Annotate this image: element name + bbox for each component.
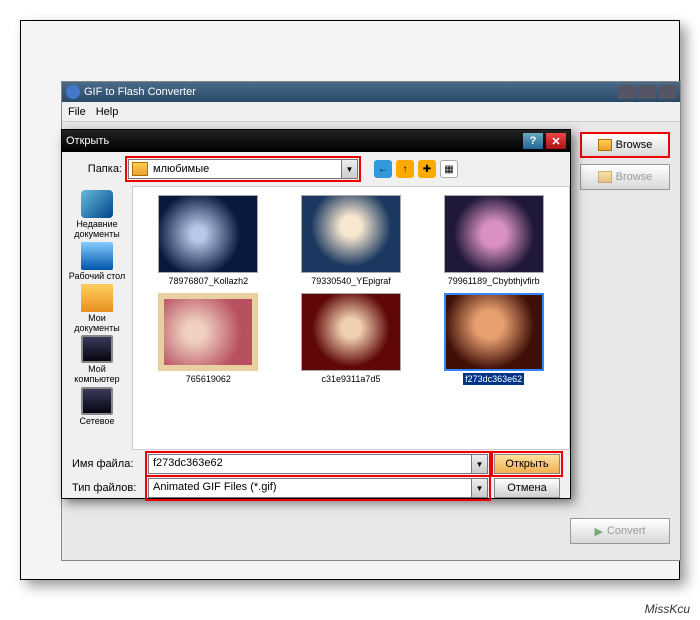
main-titlebar: GIF to Flash Converter (62, 82, 680, 102)
filetype-label: Тип файлов: (72, 482, 142, 494)
file-name: 79330540_YEpigraf (309, 275, 393, 287)
place-label: Недавние документы (74, 219, 119, 239)
places-bar: Недавние документы Рабочий стол Мои доку… (62, 186, 132, 450)
place-label: Мой компьютер (74, 364, 119, 384)
thumbnail (158, 195, 258, 273)
watermark: MissKcu (645, 602, 690, 616)
folder-icon (598, 139, 612, 151)
folder-value: млюбимые (151, 163, 341, 175)
maximize-button[interactable] (638, 85, 656, 99)
open-dialog: Открыть ? ✕ Папка: млюбимые ▼ ← ↑ ✚ ▦ (61, 129, 571, 499)
folder-icon (598, 171, 612, 183)
place-label: Сетевое (80, 416, 115, 426)
file-name: 79961189_Cbybthjvfirb (446, 275, 542, 287)
file-name: 765619062 (184, 373, 233, 385)
thumbnail (158, 293, 258, 371)
dialog-title: Открыть (66, 135, 109, 147)
filetype-value: Animated GIF Files (*.gif) (149, 479, 471, 497)
file-item[interactable]: c31e9311a7d5 (284, 293, 419, 385)
filename-value: f273dc363e62 (149, 455, 471, 473)
file-item[interactable]: 79961189_Cbybthjvfirb (426, 195, 561, 287)
close-button[interactable] (658, 85, 676, 99)
folder-label: Папка: (72, 163, 122, 175)
main-menubar: File Help (62, 102, 680, 122)
outer-frame: GIF to Flash Converter File Help Browse … (20, 20, 680, 580)
filetype-select[interactable]: Animated GIF Files (*.gif) ▼ (148, 478, 488, 498)
place-label: Рабочий стол (69, 271, 126, 281)
file-name: 78976807_Kollazh2 (167, 275, 251, 287)
place-label: Мои документы (74, 313, 119, 333)
filename-input[interactable]: f273dc363e62 ▼ (148, 454, 488, 474)
main-title: GIF to Flash Converter (84, 86, 196, 98)
dialog-titlebar: Открыть ? ✕ (62, 130, 570, 152)
place-desktop[interactable]: Рабочий стол (65, 242, 129, 282)
thumbnail (444, 195, 544, 273)
app-icon (66, 85, 80, 99)
file-item[interactable]: 79330540_YEpigraf (284, 195, 419, 287)
menu-file[interactable]: File (68, 106, 86, 118)
view-icon[interactable]: ▦ (440, 160, 458, 178)
desktop-icon (81, 242, 113, 270)
file-name: c31e9311a7d5 (320, 373, 383, 385)
chevron-down-icon[interactable]: ▼ (471, 479, 487, 497)
browse-source-button[interactable]: Browse (580, 132, 670, 158)
dialog-close-button[interactable]: ✕ (546, 133, 566, 149)
back-icon[interactable]: ← (374, 160, 392, 178)
recent-icon (81, 190, 113, 218)
dialog-body: Недавние документы Рабочий стол Мои доку… (62, 186, 570, 450)
cancel-button[interactable]: Отмена (494, 478, 560, 498)
file-item-selected[interactable]: f273dc363e62 (426, 293, 561, 385)
browse-label: Browse (616, 171, 653, 183)
place-recent[interactable]: Недавние документы (65, 190, 129, 240)
new-folder-icon[interactable]: ✚ (418, 160, 436, 178)
dialog-help-button[interactable]: ? (523, 133, 543, 149)
open-button[interactable]: Открыть (494, 454, 560, 474)
documents-icon (81, 284, 113, 312)
browse-dest-button[interactable]: Browse (580, 164, 670, 190)
file-grid: 78976807_Kollazh2 79330540_YEpigraf 7996… (132, 186, 570, 450)
toolbar-icons: ← ↑ ✚ ▦ (374, 160, 458, 178)
browse-label: Browse (616, 139, 653, 151)
thumbnail (301, 293, 401, 371)
file-name: f273dc363e62 (463, 373, 524, 385)
chevron-down-icon[interactable]: ▼ (341, 160, 357, 178)
place-documents[interactable]: Мои документы (65, 284, 129, 334)
network-icon (81, 387, 113, 415)
file-item[interactable]: 78976807_Kollazh2 (141, 195, 276, 287)
file-item[interactable]: 765619062 (141, 293, 276, 385)
filename-label: Имя файла: (72, 458, 142, 470)
browse-stack: Browse Browse (580, 132, 670, 196)
convert-button[interactable]: ▶ Convert (570, 518, 670, 544)
minimize-button[interactable] (618, 85, 636, 99)
folder-select[interactable]: млюбимые ▼ (128, 159, 358, 179)
chevron-down-icon[interactable]: ▼ (471, 455, 487, 473)
place-network[interactable]: Сетевое (65, 387, 129, 427)
up-icon[interactable]: ↑ (396, 160, 414, 178)
place-mycomputer[interactable]: Мой компьютер (65, 335, 129, 385)
menu-help[interactable]: Help (96, 106, 119, 118)
dialog-toolbar: Папка: млюбимые ▼ ← ↑ ✚ ▦ (62, 152, 570, 186)
computer-icon (81, 335, 113, 363)
thumbnail (444, 293, 544, 371)
thumbnail (301, 195, 401, 273)
convert-label: Convert (607, 525, 646, 537)
folder-icon (132, 162, 148, 176)
dialog-bottom: Имя файла: f273dc363e62 ▼ Открыть Тип фа… (62, 450, 570, 508)
